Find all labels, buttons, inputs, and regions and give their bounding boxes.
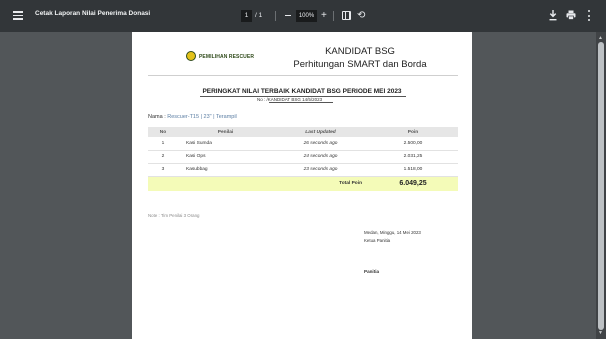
logo-text: PEMILIHAN RESCUER — [199, 54, 255, 60]
report-main-title: PERINGKAT NILAI TERBAIK KANDIDAT BSG PER… — [202, 88, 402, 95]
zoom-level-input[interactable]: 100% — [296, 10, 317, 22]
signature-name: Panitia — [364, 269, 380, 274]
document-number-underline — [269, 102, 333, 103]
row-poin: 2.500,00 — [368, 137, 458, 151]
print-icon[interactable] — [566, 10, 576, 20]
row-no: 2 — [148, 150, 178, 164]
row-poin: 1.518,00 — [368, 163, 458, 177]
total-row: Total Poin 6.049,25 — [148, 176, 458, 191]
zoom-out-icon[interactable] — [285, 15, 291, 17]
scroll-down-icon[interactable]: ▼ — [598, 330, 603, 336]
candidate-name: Nama : Rescuer-T15 | 23" | Terampil — [148, 114, 237, 120]
evaluator-note: Note : Tim Penilai 3 Orang — [148, 213, 200, 218]
row-last-updated: 26 seconds ago — [273, 137, 368, 151]
total-value: 6.049,25 — [368, 176, 458, 191]
page-total: / 1 — [255, 12, 263, 19]
zoom-in-icon[interactable]: + — [321, 9, 327, 22]
row-last-updated: 23 seconds ago — [273, 163, 368, 177]
page-number-input[interactable]: 1 — [241, 10, 252, 22]
pdf-toolbar: Cetak Laporan Nilai Penerima Donasi 1 / … — [0, 0, 606, 32]
report-subheading: Perhitungan SMART dan Borda — [293, 59, 427, 70]
column-header-penilai: Penilai — [178, 127, 273, 137]
document-title: Cetak Laporan Nilai Penerima Donasi — [35, 10, 151, 17]
row-poin: 2.031,25 — [368, 150, 458, 164]
fit-page-icon[interactable] — [342, 11, 351, 20]
logo-icon — [186, 51, 196, 61]
table-row: 2 Kasi Ops 24 seconds ago 2.031,25 — [148, 150, 458, 164]
score-table: No Penilai Last Updated Poin 1 Kasi Sumd… — [148, 127, 458, 191]
column-header-poin: Poin — [368, 127, 458, 137]
row-last-updated: 24 seconds ago — [273, 150, 368, 164]
candidate-name-label: Nama : — [148, 114, 168, 120]
row-penilai: Kasi Sumda — [178, 137, 273, 151]
rotate-icon[interactable]: ⟲ — [357, 9, 365, 22]
column-header-no: No — [148, 127, 178, 137]
toolbar-divider — [333, 11, 334, 21]
column-header-last-updated: Last Updated — [273, 127, 368, 137]
candidate-name-value: Rescuer-T15 | 23" | Terampil — [167, 114, 237, 120]
report-heading: KANDIDAT BSG — [325, 46, 395, 57]
row-penilai: Kasubbag — [178, 163, 273, 177]
scroll-up-icon[interactable]: ▲ — [598, 35, 603, 41]
toolbar-divider — [275, 11, 276, 21]
row-no: 1 — [148, 137, 178, 151]
row-penilai: Kasi Ops — [178, 150, 273, 164]
signature-date: Medan, Minggu, 14 Mei 2023 — [364, 230, 421, 235]
header-divider — [148, 75, 458, 76]
menu-icon[interactable] — [13, 11, 23, 20]
row-no: 3 — [148, 163, 178, 177]
table-row: 1 Kasi Sumda 26 seconds ago 2.500,00 — [148, 137, 458, 151]
table-header-row: No Penilai Last Updated Poin — [148, 127, 458, 137]
table-row: 3 Kasubbag 23 seconds ago 1.518,00 — [148, 163, 458, 177]
more-icon[interactable] — [587, 10, 590, 21]
pdf-page: PEMILIHAN RESCUER KANDIDAT BSG Perhitung… — [132, 32, 472, 339]
signature-role: Ketua Panitia — [364, 238, 391, 243]
download-icon[interactable] — [549, 10, 557, 21]
total-label: Total Poin — [148, 176, 368, 191]
scrollbar-thumb[interactable] — [598, 42, 604, 330]
